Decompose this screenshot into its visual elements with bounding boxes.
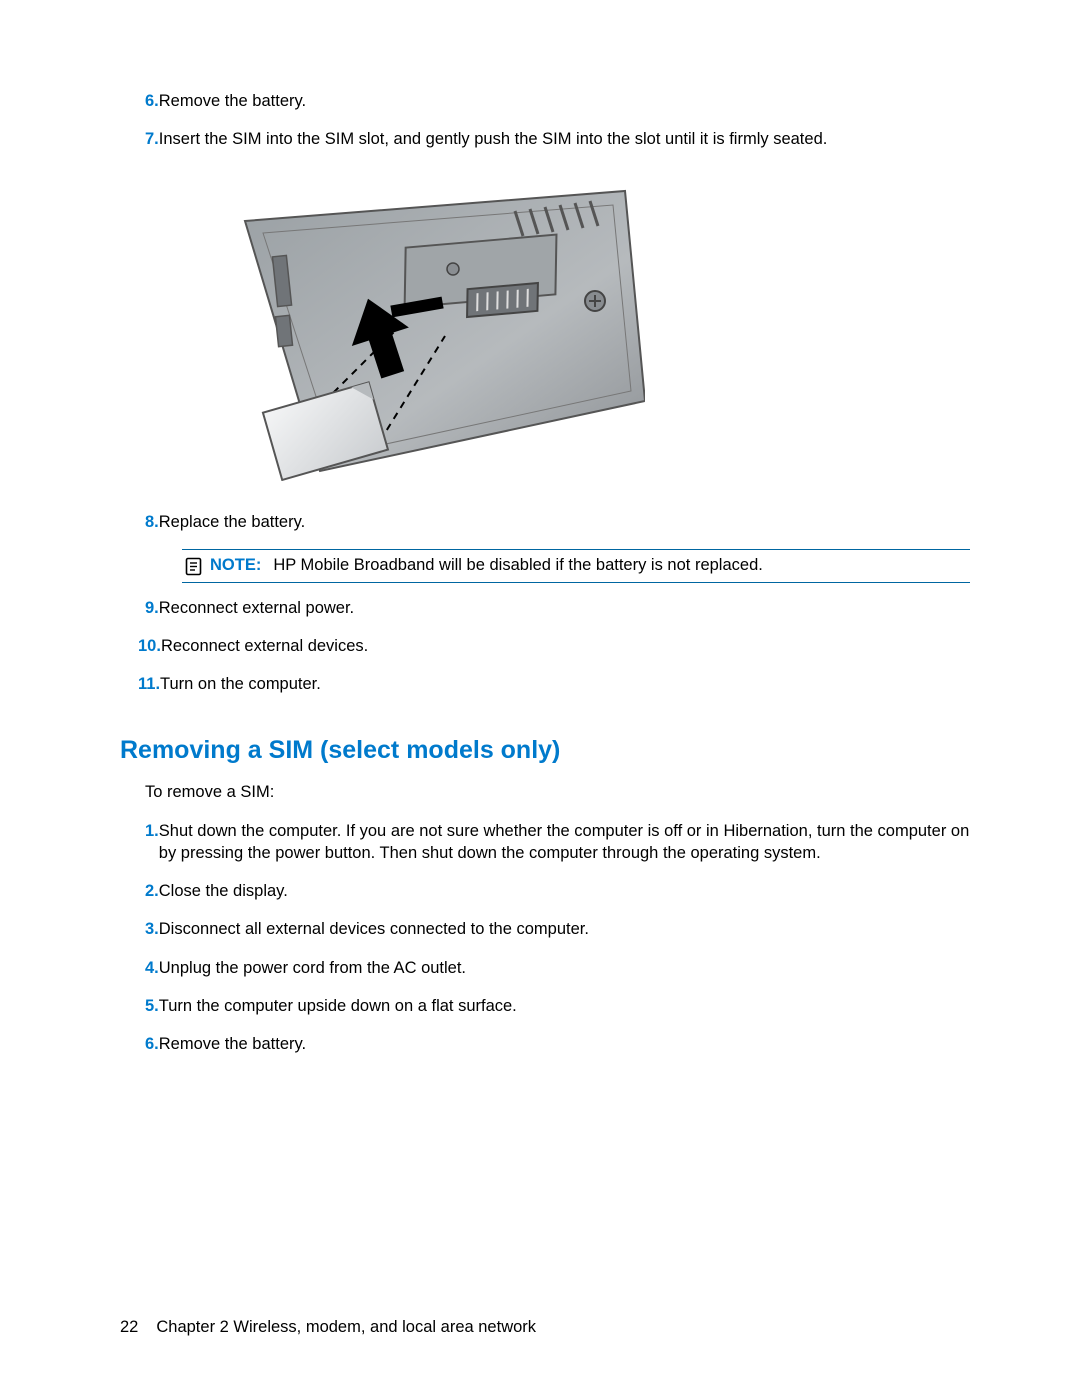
list-item: 8. Replace the battery. xyxy=(120,511,970,533)
laptop-sim-illustration-icon xyxy=(185,181,645,481)
list-number: 8. xyxy=(120,511,159,533)
list-item: 6. Remove the battery. xyxy=(120,90,970,112)
list-number: 6. xyxy=(120,90,159,112)
page-footer: 22 Chapter 2 Wireless, modem, and local … xyxy=(120,1318,536,1337)
list-text: Reconnect external power. xyxy=(159,597,970,619)
note-text: HP Mobile Broadband will be disabled if … xyxy=(273,556,970,575)
list-text: Remove the battery. xyxy=(159,1033,970,1055)
note-callout: NOTE: HP Mobile Broadband will be disabl… xyxy=(182,549,970,583)
list-number: 4. xyxy=(120,957,159,979)
list-number: 10. xyxy=(120,635,161,657)
list-text: Replace the battery. xyxy=(159,511,970,533)
list-text: Unplug the power cord from the AC outlet… xyxy=(159,957,970,979)
list-number: 7. xyxy=(120,128,159,150)
list-item: 6. Remove the battery. xyxy=(120,1033,970,1055)
list-item: 9. Reconnect external power. xyxy=(120,597,970,619)
list-number: 5. xyxy=(120,995,159,1017)
list-text: Close the display. xyxy=(159,880,970,902)
list-number: 9. xyxy=(120,597,159,619)
page-number: 22 xyxy=(120,1318,138,1337)
list-item: 2. Close the display. xyxy=(120,880,970,902)
document-page: 6. Remove the battery. 7. Insert the SIM… xyxy=(0,0,1080,1397)
section-intro: To remove a SIM: xyxy=(145,783,970,802)
note-icon xyxy=(182,556,204,576)
sim-insertion-illustration xyxy=(185,181,970,481)
section-heading: Removing a SIM (select models only) xyxy=(120,736,970,765)
list-item: 3. Disconnect all external devices conne… xyxy=(120,918,970,940)
list-text: Remove the battery. xyxy=(159,90,970,112)
list-number: 3. xyxy=(120,918,159,940)
chapter-label: Chapter 2 Wireless, modem, and local are… xyxy=(156,1318,536,1337)
list-text: Turn on the computer. xyxy=(160,673,970,695)
list-number: 1. xyxy=(120,820,159,842)
list-item: 4. Unplug the power cord from the AC out… xyxy=(120,957,970,979)
list-item: 11. Turn on the computer. xyxy=(120,673,970,695)
list-text: Reconnect external devices. xyxy=(161,635,970,657)
note-label: NOTE: xyxy=(204,556,273,575)
list-number: 11. xyxy=(120,673,160,695)
list-text: Turn the computer upside down on a flat … xyxy=(159,995,970,1017)
list-item: 5. Turn the computer upside down on a fl… xyxy=(120,995,970,1017)
list-number: 6. xyxy=(120,1033,159,1055)
list-number: 2. xyxy=(120,880,159,902)
list-text: Shut down the computer. If you are not s… xyxy=(159,820,970,865)
list-item: 10. Reconnect external devices. xyxy=(120,635,970,657)
list-item: 1. Shut down the computer. If you are no… xyxy=(120,820,970,865)
list-text: Disconnect all external devices connecte… xyxy=(159,918,970,940)
list-item: 7. Insert the SIM into the SIM slot, and… xyxy=(120,128,970,150)
list-text: Insert the SIM into the SIM slot, and ge… xyxy=(159,128,970,150)
